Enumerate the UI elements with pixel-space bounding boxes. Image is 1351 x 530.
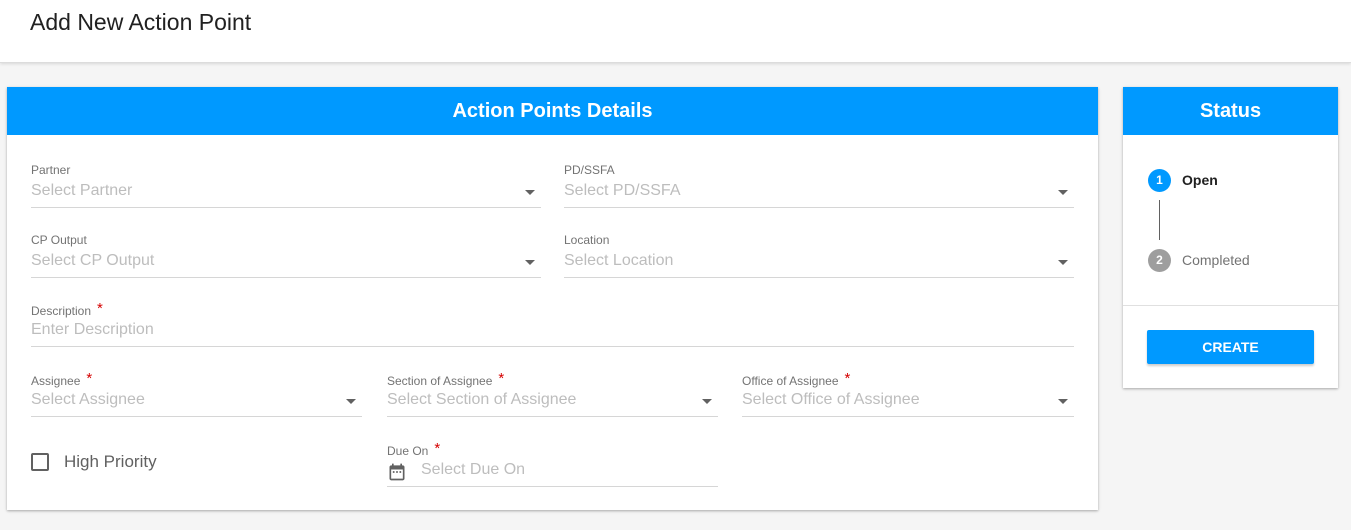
pd-ssfa-label: PD/SSFA — [564, 163, 615, 177]
step-label: Completed — [1182, 252, 1250, 268]
divider — [1123, 305, 1338, 306]
assignee-placeholder: Select Assignee — [31, 391, 145, 408]
due-on-placeholder: Select Due On — [421, 461, 526, 478]
cp-output-label: CP Output — [31, 233, 87, 247]
high-priority-label[interactable]: High Priority — [64, 452, 157, 472]
chevron-down-icon — [1058, 260, 1068, 265]
chevron-down-icon — [1058, 399, 1068, 404]
office-label: Office of Assignee * — [742, 370, 851, 388]
location-label: Location — [564, 233, 610, 247]
description-placeholder: Enter Description — [31, 321, 154, 338]
chevron-down-icon — [525, 190, 535, 195]
status-card-title: Status — [1123, 87, 1338, 135]
chevron-down-icon — [1058, 190, 1068, 195]
create-button[interactable]: CREATE — [1147, 330, 1314, 364]
chevron-down-icon — [702, 399, 712, 404]
high-priority-checkbox[interactable] — [31, 453, 49, 471]
required-marker: * — [844, 370, 851, 387]
section-placeholder: Select Section of Assignee — [387, 391, 577, 408]
required-marker: * — [434, 440, 441, 457]
section-label: Section of Assignee * — [387, 370, 505, 388]
description-label: Description * — [31, 300, 103, 318]
required-marker: * — [97, 300, 103, 317]
field-underline — [564, 277, 1074, 278]
page-header: Add New Action Point — [0, 0, 1351, 63]
step-number: 2 — [1148, 249, 1171, 272]
field-underline — [31, 207, 541, 208]
assignee-label: Assignee * — [31, 370, 93, 388]
partner-placeholder: Select Partner — [31, 182, 133, 199]
field-underline — [31, 346, 1074, 347]
required-marker: * — [498, 370, 505, 387]
step-connector — [1159, 200, 1160, 240]
action-points-details-card: Action Points Details Partner Select Par… — [7, 87, 1098, 510]
office-placeholder: Select Office of Assignee — [742, 391, 920, 408]
partner-label: Partner — [31, 163, 71, 177]
step-number: 1 — [1148, 169, 1171, 192]
required-marker: * — [86, 370, 93, 387]
step-label: Open — [1182, 172, 1218, 188]
calendar-icon[interactable] — [387, 462, 407, 482]
location-placeholder: Select Location — [564, 252, 674, 269]
field-underline — [564, 207, 1074, 208]
field-underline — [31, 277, 541, 278]
status-card: Status 1 Open 2 Completed CREATE — [1123, 87, 1338, 388]
field-underline — [387, 486, 718, 487]
pd-ssfa-placeholder: Select PD/SSFA — [564, 182, 681, 199]
cp-output-placeholder: Select CP Output — [31, 252, 155, 269]
chevron-down-icon — [525, 260, 535, 265]
page-title: Add New Action Point — [30, 9, 252, 35]
due-on-label: Due On * — [387, 440, 441, 458]
field-underline — [742, 416, 1074, 417]
details-card-title: Action Points Details — [7, 87, 1098, 135]
field-underline — [387, 416, 718, 417]
field-underline — [31, 416, 362, 417]
chevron-down-icon — [346, 399, 356, 404]
